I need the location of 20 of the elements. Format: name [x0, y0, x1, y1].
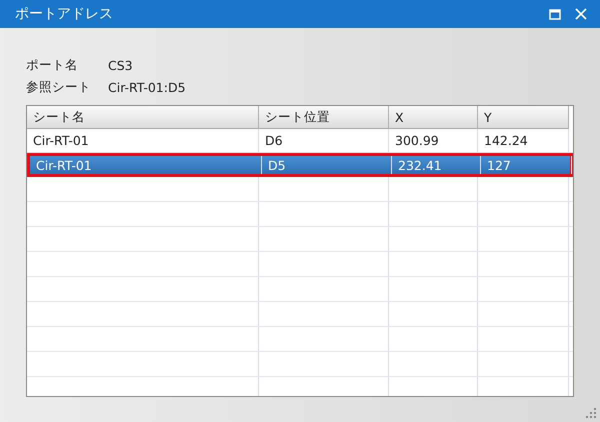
resize-grip-icon[interactable]: [585, 407, 597, 419]
field-value: CS3: [108, 58, 133, 72]
table-row[interactable]: Cir-RT-01 D6 300.99 142.24: [27, 129, 573, 153]
table-row[interactable]: Cir-RT-01 D5 232.41 127: [27, 153, 573, 177]
column-header[interactable]: シート名: [27, 106, 259, 129]
column-header[interactable]: Y: [478, 106, 569, 129]
table-cell: Cir-RT-01: [27, 129, 259, 152]
table-cell: D5: [262, 156, 392, 174]
table-cell: 300.99: [389, 129, 478, 152]
window-title: ポートアドレス: [15, 5, 114, 23]
table-cell: 127: [481, 156, 572, 174]
column-header[interactable]: X: [389, 106, 478, 129]
table-cell: 142.24: [478, 129, 569, 152]
table-cell: D6: [259, 129, 389, 152]
field-label: 参照シート: [26, 78, 92, 96]
table-cell: Cir-RT-01: [30, 156, 262, 174]
field-value: Cir-RT-01:D5: [108, 80, 186, 94]
field-label: ポート名: [26, 56, 79, 74]
column-header[interactable]: シート位置: [259, 106, 389, 129]
table-cell: 232.41: [392, 156, 481, 174]
